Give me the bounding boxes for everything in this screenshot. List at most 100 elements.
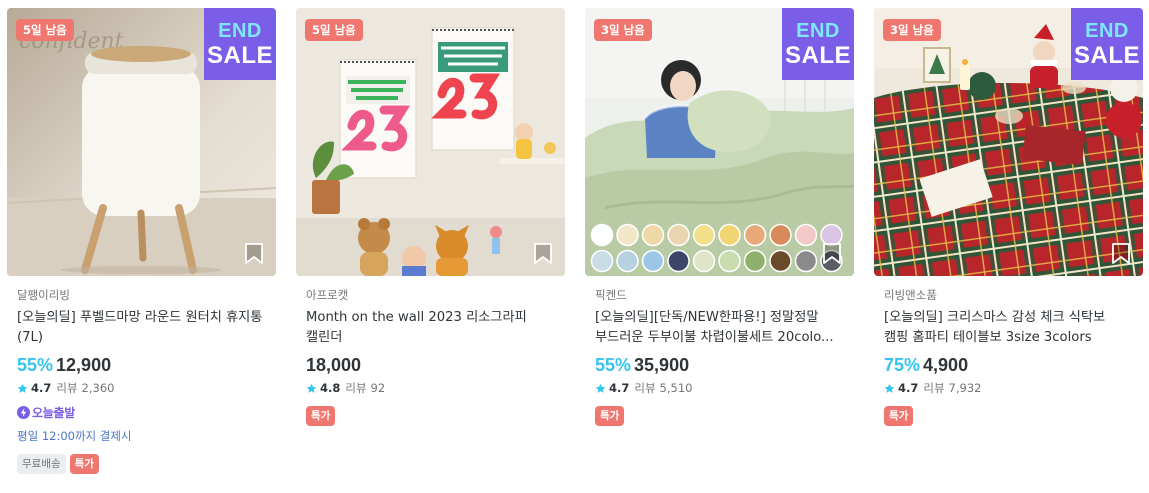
end-sale-badge: END SALE xyxy=(1071,8,1143,80)
price-row: 75% 4,900 xyxy=(884,353,1133,377)
product-title[interactable]: [오늘의딜] 크리스마스 감성 체크 식탁보 캠핑 홈파티 테이블보 3size… xyxy=(884,308,1133,348)
color-swatch xyxy=(641,223,665,247)
color-swatch xyxy=(718,249,741,273)
product-card[interactable]: 5일 남음 아프로캣 Month on the wall 2023 리소그라피 … xyxy=(296,8,565,426)
end-sale-line1: END xyxy=(796,20,840,42)
product-card[interactable]: confident 5일 남음 END SALE 달팽이리빙 [오늘의딜] 푸벨… xyxy=(7,8,276,474)
color-swatch xyxy=(794,249,818,273)
bookmark-icon[interactable] xyxy=(1111,243,1131,265)
reviews-label: 리뷰 xyxy=(345,381,367,395)
end-sale-line2: SALE xyxy=(1073,42,1140,69)
special-price-tag: 특가 xyxy=(595,406,625,426)
color-swatch xyxy=(718,223,741,247)
star-icon xyxy=(306,383,317,393)
product-info: 달팽이리빙 [오늘의딜] 푸벨드마망 라운드 원터치 휴지통(7L) 55% 12… xyxy=(7,287,276,474)
reviews-label: 리뷰 xyxy=(56,381,78,395)
bookmark-icon[interactable] xyxy=(822,243,842,265)
rating-value: 4.8 xyxy=(320,381,341,395)
special-price-tag: 특가 xyxy=(69,454,99,474)
price: 12,900 xyxy=(56,355,112,375)
color-swatch xyxy=(667,223,690,247)
tag-list: 특가 xyxy=(595,406,844,426)
brand-name[interactable]: 달팽이리빙 xyxy=(17,287,266,303)
tag-list: 특가 xyxy=(884,406,1133,426)
days-left-badge: 3일 남음 xyxy=(594,19,652,41)
brand-name[interactable]: 리빙앤소품 xyxy=(884,287,1133,303)
special-price-tag: 특가 xyxy=(306,406,336,426)
color-swatch xyxy=(743,223,767,247)
color-swatch xyxy=(590,249,614,273)
rating-row: 4.7 리뷰 2,360 xyxy=(17,380,266,396)
rating-value: 4.7 xyxy=(609,381,630,395)
rating-row: 4.7 리뷰 5,510 xyxy=(595,380,844,396)
discount-rate: 55% xyxy=(17,355,54,375)
reviews-count: 5,510 xyxy=(659,381,693,395)
free-shipping-tag: 무료배송 xyxy=(17,454,66,474)
color-swatch xyxy=(743,249,767,273)
color-swatch xyxy=(616,223,639,247)
end-sale-line2: SALE xyxy=(206,42,273,69)
discount-rate: 55% xyxy=(595,355,632,375)
price-row: 18,000 xyxy=(306,353,555,377)
brand-name[interactable]: 아프로캣 xyxy=(306,287,555,303)
rating-value: 4.7 xyxy=(31,381,52,395)
rating-value: 4.7 xyxy=(898,381,919,395)
color-swatch xyxy=(692,249,716,273)
brand-name[interactable]: 픽켄드 xyxy=(595,287,844,303)
color-swatch xyxy=(794,223,818,247)
product-grid: confident 5일 남음 END SALE 달팽이리빙 [오늘의딜] 푸벨… xyxy=(0,0,1149,493)
color-swatch xyxy=(641,249,665,273)
rating-row: 4.8 리뷰 92 xyxy=(306,380,555,396)
star-icon xyxy=(884,383,895,393)
reviews-count: 2,360 xyxy=(81,381,115,395)
price: 18,000 xyxy=(306,355,362,375)
days-left-badge: 5일 남음 xyxy=(16,19,74,41)
color-swatch xyxy=(769,223,792,247)
color-swatch xyxy=(769,249,792,273)
reviews-label: 리뷰 xyxy=(923,381,945,395)
end-sale-line1: END xyxy=(218,20,262,42)
end-sale-line2: SALE xyxy=(784,42,851,69)
days-left-badge: 3일 남음 xyxy=(883,19,941,41)
product-photo-calendar xyxy=(296,8,565,276)
rating-row: 4.7 리뷰 7,932 xyxy=(884,380,1133,396)
product-title[interactable]: [오늘의딜][단독/NEW한파용!] 정말정말 부드러운 두부이불 차렵이불세트… xyxy=(595,308,844,348)
reviews-label: 리뷰 xyxy=(634,381,656,395)
product-card[interactable]: 3일 남음 END SALE 리빙앤소품 [오늘의딜] 크리스마스 감성 체크 … xyxy=(874,8,1143,426)
special-price-tag: 특가 xyxy=(884,406,914,426)
end-sale-badge: END SALE xyxy=(782,8,854,80)
product-image[interactable]: 5일 남음 xyxy=(296,8,565,276)
product-image[interactable]: 3일 남음 END SALE xyxy=(585,8,854,276)
discount-rate: 75% xyxy=(884,355,921,375)
bookmark-icon[interactable] xyxy=(533,243,553,265)
today-delivery-badge: 오늘출발 xyxy=(17,404,266,420)
color-swatch xyxy=(692,223,716,247)
color-swatch xyxy=(616,249,639,273)
end-sale-line1: END xyxy=(1085,20,1129,42)
star-icon xyxy=(595,383,606,393)
star-icon xyxy=(17,383,28,393)
product-image[interactable]: confident 5일 남음 END SALE xyxy=(7,8,276,276)
days-left-badge: 5일 남음 xyxy=(305,19,363,41)
price-row: 55% 12,900 xyxy=(17,353,266,377)
today-delivery-label: 오늘출발 xyxy=(32,405,75,420)
tag-list: 무료배송 특가 xyxy=(17,454,266,474)
price: 4,900 xyxy=(923,355,969,375)
product-info: 리빙앤소품 [오늘의딜] 크리스마스 감성 체크 식탁보 캠핑 홈파티 테이블보… xyxy=(874,287,1143,426)
product-title[interactable]: Month on the wall 2023 리소그라피 캘린더 xyxy=(306,308,555,348)
bookmark-icon[interactable] xyxy=(244,243,264,265)
color-swatch xyxy=(667,249,690,273)
price: 35,900 xyxy=(634,355,690,375)
delivery-note: 평일 12:00까지 결제시 xyxy=(17,429,132,443)
price-row: 55% 35,900 xyxy=(595,353,844,377)
product-title[interactable]: [오늘의딜] 푸벨드마망 라운드 원터치 휴지통(7L) xyxy=(17,308,266,348)
lightning-icon xyxy=(17,405,30,419)
product-card[interactable]: 3일 남음 END SALE 픽켄드 [오늘의딜][단독/NEW한파용!] 정말… xyxy=(585,8,854,426)
product-info: 아프로캣 Month on the wall 2023 리소그라피 캘린더 18… xyxy=(296,287,565,426)
product-info: 픽켄드 [오늘의딜][단독/NEW한파용!] 정말정말 부드러운 두부이불 차렵… xyxy=(585,287,854,426)
tag-list: 특가 xyxy=(306,406,555,426)
color-swatch xyxy=(590,223,614,247)
product-image[interactable]: 3일 남음 END SALE xyxy=(874,8,1143,276)
end-sale-badge: END SALE xyxy=(204,8,276,80)
reviews-count: 7,932 xyxy=(948,381,982,395)
